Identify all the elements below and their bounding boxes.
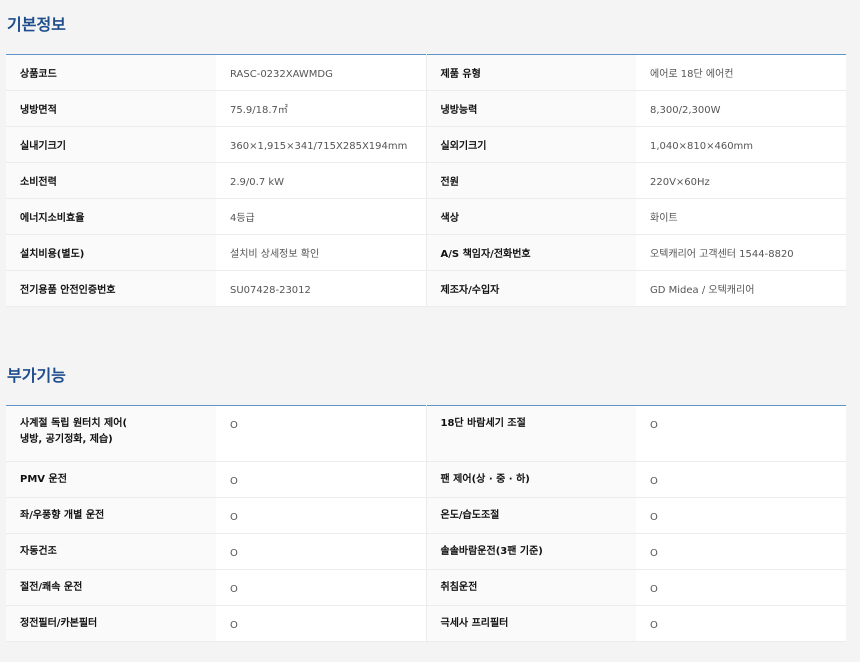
- table-row: 절전/쾌속 운전 O 취침운전 O: [6, 569, 846, 606]
- spec-label: 에너지소비효율: [6, 198, 216, 235]
- spec-value: 1,040×810×460mm: [636, 126, 846, 163]
- spec-label: 자동건조: [6, 533, 216, 570]
- spec-label: 좌/우풍향 개별 운전: [6, 497, 216, 534]
- spec-value: O: [636, 569, 846, 606]
- table-row: 소비전력 2.9/0.7 kW 전원 220V×60Hz: [6, 162, 846, 199]
- spec-value: 화이트: [636, 198, 846, 235]
- spec-value: 4등급: [216, 198, 427, 235]
- spec-label: PMV 운전: [6, 461, 216, 498]
- spec-label: 냉방면적: [6, 90, 216, 127]
- spec-value: O: [636, 533, 846, 570]
- basic-info-section: 기본정보 상품코드 RASC-0232XAWMDG 제품 유형 에어로 18단 …: [6, 15, 846, 307]
- spec-label: A/S 책임자/전화번호: [426, 234, 636, 271]
- table-row: 실내기크기 360×1,915×341/715X285X194mm 실외기크기 …: [6, 126, 846, 163]
- spec-value: 220V×60Hz: [636, 162, 846, 199]
- spec-label: 솔솔바람운전(3팬 기준): [426, 533, 636, 570]
- spec-value: O: [636, 461, 846, 498]
- spec-value: O: [216, 405, 427, 462]
- spec-value: O: [636, 605, 846, 642]
- section-title-basic-info: 기본정보: [7, 15, 66, 34]
- spec-label: 색상: [426, 198, 636, 235]
- spec-label: 전기용품 안전인증번호: [6, 270, 216, 307]
- spec-value: O: [216, 605, 427, 642]
- table-row: PMV 운전 O 팬 제어(상 · 중 · 하) O: [6, 461, 846, 498]
- spec-value: 360×1,915×341/715X285X194mm: [216, 126, 427, 163]
- spec-label: 실외기크기: [426, 126, 636, 163]
- spec-value: O: [216, 497, 427, 534]
- spec-label: 실내기크기: [6, 126, 216, 163]
- spec-label: 상품코드: [6, 54, 216, 91]
- table-row: 사계절 독립 원터치 제어( 냉방, 공기정화, 제습) O 18단 바람세기 …: [6, 405, 846, 462]
- spec-value: O: [216, 461, 427, 498]
- section-title-extra-features: 부가기능: [7, 366, 66, 385]
- table-row: 상품코드 RASC-0232XAWMDG 제품 유형 에어로 18단 에어컨: [6, 54, 846, 91]
- spec-value: 에어로 18단 에어컨: [636, 54, 846, 91]
- extra-features-table: 사계절 독립 원터치 제어( 냉방, 공기정화, 제습) O 18단 바람세기 …: [6, 405, 846, 642]
- table-row: 전기용품 안전인증번호 SU07428-23012 제조자/수입자 GD Mid…: [6, 270, 846, 307]
- spec-label: 온도/습도조절: [426, 497, 636, 534]
- spec-label: 사계절 독립 원터치 제어( 냉방, 공기정화, 제습): [6, 405, 216, 462]
- table-row: 자동건조 O 솔솔바람운전(3팬 기준) O: [6, 533, 846, 570]
- table-row: 에너지소비효율 4등급 색상 화이트: [6, 198, 846, 235]
- spec-label: 팬 제어(상 · 중 · 하): [426, 461, 636, 498]
- basic-info-table: 상품코드 RASC-0232XAWMDG 제품 유형 에어로 18단 에어컨 냉…: [6, 54, 846, 307]
- table-row: 정전필터/카본필터 O 극세사 프리필터 O: [6, 605, 846, 642]
- spec-label: 전원: [426, 162, 636, 199]
- spec-value: 75.9/18.7㎡: [216, 90, 427, 127]
- spec-label: 정전필터/카본필터: [6, 605, 216, 642]
- table-row: 설치비용(별도) 설치비 상세정보 확인 A/S 책임자/전화번호 오텍캐리어 …: [6, 234, 846, 271]
- spec-label: 설치비용(별도): [6, 234, 216, 271]
- spec-label: 제조자/수입자: [426, 270, 636, 307]
- spec-label: 냉방능력: [426, 90, 636, 127]
- spec-value: SU07428-23012: [216, 270, 427, 307]
- spec-label: 절전/쾌속 운전: [6, 569, 216, 606]
- spec-value: 설치비 상세정보 확인: [216, 234, 427, 271]
- spec-value: O: [216, 533, 427, 570]
- spec-value: 2.9/0.7 kW: [216, 162, 427, 199]
- spec-value: O: [636, 497, 846, 534]
- spec-value: O: [636, 405, 846, 462]
- spec-value: GD Midea / 오텍캐리어: [636, 270, 846, 307]
- table-row: 냉방면적 75.9/18.7㎡ 냉방능력 8,300/2,300W: [6, 90, 846, 127]
- spec-value: O: [216, 569, 427, 606]
- spec-label: 제품 유형: [426, 54, 636, 91]
- extra-features-section: 부가기능 사계절 독립 원터치 제어( 냉방, 공기정화, 제습) O 18단 …: [6, 366, 846, 642]
- spec-value: RASC-0232XAWMDG: [216, 54, 427, 91]
- table-row: 좌/우풍향 개별 운전 O 온도/습도조절 O: [6, 497, 846, 534]
- spec-label: 취침운전: [426, 569, 636, 606]
- spec-value: 8,300/2,300W: [636, 90, 846, 127]
- spec-value: 오텍캐리어 고객센터 1544-8820: [636, 234, 846, 271]
- spec-label: 극세사 프리필터: [426, 605, 636, 642]
- spec-label: 소비전력: [6, 162, 216, 199]
- spec-label: 18단 바람세기 조절: [426, 405, 636, 462]
